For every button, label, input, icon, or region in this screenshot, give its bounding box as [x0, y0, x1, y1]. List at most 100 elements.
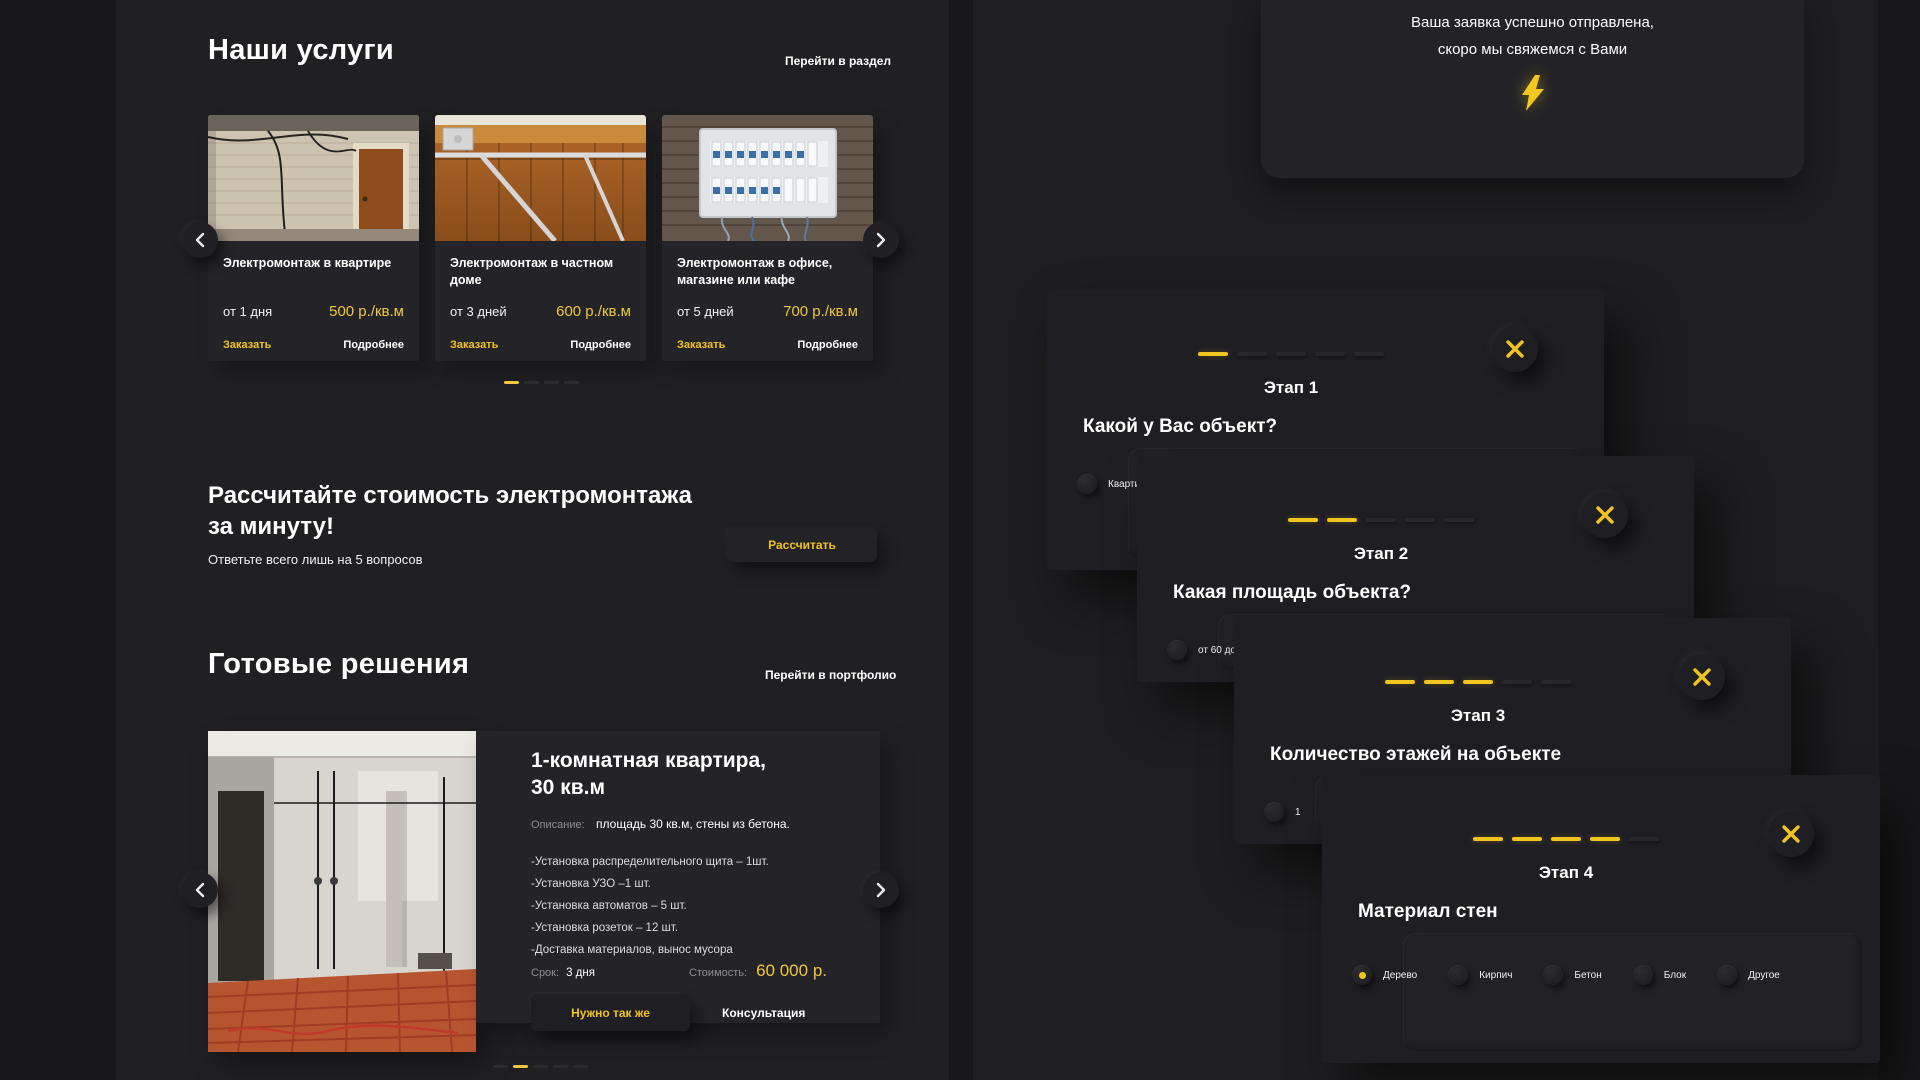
- service-photo-office: [662, 115, 873, 241]
- card-links: Заказать Подробнее: [223, 339, 404, 351]
- close-button[interactable]: [1679, 654, 1725, 700]
- portfolio-carousel-prev-button[interactable]: [182, 872, 218, 908]
- quiz-question: Количество этажей на объекте: [1270, 744, 1561, 766]
- toast-line2: скоро мы свяжемся с Вами: [1261, 36, 1804, 63]
- radio-button[interactable]: [1543, 965, 1563, 985]
- dash-indicator: [1424, 680, 1454, 684]
- stage-progress: [1385, 680, 1571, 684]
- radio-option[interactable]: 1: [1264, 802, 1301, 822]
- dash-indicator[interactable]: [573, 1065, 588, 1068]
- radio-button[interactable]: [1448, 965, 1468, 985]
- close-button[interactable]: [1492, 326, 1538, 372]
- services-carousel-prev-button[interactable]: [182, 222, 218, 258]
- radio-option[interactable]: Бетон: [1543, 965, 1601, 985]
- chevron-left-icon: [195, 882, 205, 898]
- service-card-office: Электромонтаж в офисе, магазине или кафе…: [662, 115, 873, 361]
- dash-indicator[interactable]: [524, 381, 539, 384]
- quiz-modal-stage-4: Этап 4 Материал стен Дерево Кирпич: [1322, 775, 1880, 1063]
- consultation-button[interactable]: Консультация: [722, 994, 805, 1031]
- radio-button[interactable]: [1352, 965, 1372, 985]
- dash-indicator: [1327, 518, 1357, 522]
- dash-indicator: [1315, 352, 1345, 356]
- dash-indicator[interactable]: [533, 1065, 548, 1068]
- service-card-body: Электромонтаж в квартире от 1 дня 500 р.…: [208, 241, 419, 361]
- portfolio-carousel-pagination[interactable]: [493, 1065, 588, 1068]
- services-carousel-next-button[interactable]: [863, 222, 899, 258]
- portfolio-section-link[interactable]: Перейти в портфолио: [765, 668, 896, 682]
- dash-indicator[interactable]: [513, 1065, 528, 1068]
- radio-button[interactable]: [1077, 474, 1097, 494]
- dash-indicator: [1473, 837, 1503, 841]
- wooden-house-wiring-image: [435, 115, 646, 241]
- close-button[interactable]: [1768, 811, 1814, 857]
- landing-content-panel: Наши услуги Перейти в раздел: [116, 0, 949, 1080]
- services-section-link[interactable]: Перейти в раздел: [785, 54, 891, 68]
- dash-indicator[interactable]: [564, 381, 579, 384]
- quiz-question: Какая площадь объекта?: [1173, 582, 1411, 604]
- work-item: -Установка розеток – 12 шт.: [531, 917, 769, 939]
- portfolio-photo: [208, 731, 476, 1052]
- dash-indicator: [1512, 837, 1542, 841]
- radio-option[interactable]: Квартир: [1077, 474, 1146, 494]
- price-row: от 1 дня 500 р./кв.м: [223, 303, 404, 320]
- dash-indicator[interactable]: [544, 381, 559, 384]
- chevron-left-icon: [195, 232, 205, 248]
- stage-label: Этап 4: [1539, 863, 1593, 883]
- service-price: 500 р./кв.м: [329, 303, 404, 320]
- radio-label: Другое: [1748, 970, 1780, 981]
- radio-option[interactable]: Блок: [1633, 965, 1686, 985]
- service-card-body: Электромонтаж в частном доме от 3 дней 6…: [435, 241, 646, 361]
- order-button[interactable]: Заказать: [223, 339, 271, 351]
- details-button[interactable]: Подробнее: [797, 339, 858, 351]
- portfolio-title-line1: 1-комнатная квартира,: [531, 747, 766, 774]
- dash-indicator[interactable]: [553, 1065, 568, 1068]
- portfolio-description-row: Описание: площадь 30 кв.м, стены из бето…: [531, 817, 790, 831]
- radio-option[interactable]: Кирпич: [1448, 965, 1512, 985]
- order-button[interactable]: Заказать: [450, 339, 498, 351]
- services-carousel-pagination[interactable]: [504, 381, 579, 384]
- close-button[interactable]: [1582, 492, 1628, 538]
- renovation-room-image: [208, 731, 476, 1052]
- details-button[interactable]: Подробнее: [343, 339, 404, 351]
- work-item: -Установка УЗО –1 шт.: [531, 873, 769, 895]
- order-button[interactable]: Заказать: [677, 339, 725, 351]
- modal-header: Этап 4: [1473, 837, 1659, 883]
- description-label: Описание:: [531, 819, 585, 831]
- radio-option[interactable]: Другое: [1717, 965, 1780, 985]
- modal-header: Этап 1: [1198, 352, 1384, 398]
- service-photo-private-house: [435, 115, 646, 241]
- radio-option[interactable]: Дерево: [1352, 965, 1417, 985]
- close-icon: [1594, 504, 1616, 526]
- apartment-room-image: [208, 115, 419, 241]
- price-row: от 3 дней 600 р./кв.м: [450, 303, 631, 320]
- dash-indicator[interactable]: [504, 381, 519, 384]
- dash-indicator: [1590, 837, 1620, 841]
- portfolio-title-line2: 30 кв.м: [531, 774, 766, 801]
- success-toast: Ваша заявка успешно отправлена, скоро мы…: [1261, 0, 1804, 178]
- options-row: Дерево Кирпич Бетон Блок Другое: [1352, 965, 1780, 985]
- service-duration: от 3 дней: [450, 304, 507, 319]
- service-title: Электромонтаж в частном доме: [450, 255, 631, 289]
- calculate-button[interactable]: Рассчитать: [727, 528, 877, 562]
- service-price: 600 р./кв.м: [556, 303, 631, 320]
- portfolio-carousel-next-button[interactable]: [863, 872, 899, 908]
- details-button[interactable]: Подробнее: [570, 339, 631, 351]
- dash-indicator[interactable]: [493, 1065, 508, 1068]
- work-items-list: -Установка распределительного щита – 1шт…: [531, 851, 769, 961]
- portfolio-heading: Готовые решения: [208, 648, 469, 681]
- options-row: 1: [1264, 802, 1301, 822]
- quiz-question: Материал стен: [1358, 901, 1498, 923]
- radio-option[interactable]: от 60 до: [1167, 640, 1236, 660]
- service-photo-apartment: [208, 115, 419, 241]
- chevron-right-icon: [876, 232, 886, 248]
- toast-line1: Ваша заявка успешно отправлена,: [1261, 9, 1804, 36]
- quiz-canvas-panel: Ваша заявка успешно отправлена, скоро мы…: [973, 0, 1878, 1080]
- term-value: 3 дня: [566, 967, 595, 979]
- dash-indicator: [1502, 680, 1532, 684]
- radio-button[interactable]: [1167, 640, 1187, 660]
- radio-button[interactable]: [1717, 965, 1737, 985]
- stage-progress: [1473, 837, 1659, 841]
- radio-button[interactable]: [1264, 802, 1284, 822]
- radio-button[interactable]: [1633, 965, 1653, 985]
- need-same-button[interactable]: Нужно так же: [531, 994, 690, 1031]
